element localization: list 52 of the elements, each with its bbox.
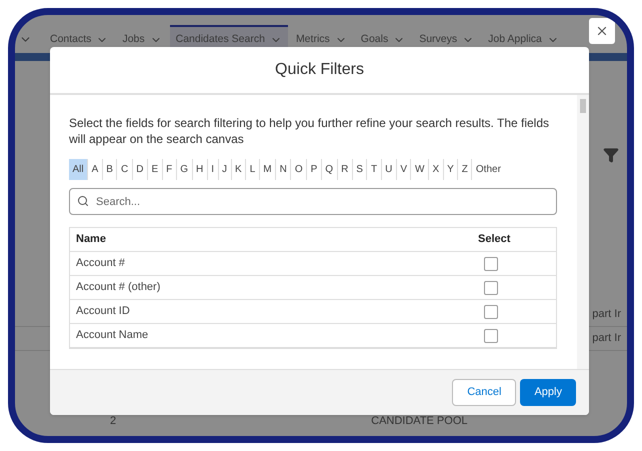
table-cell-text: part Ir <box>592 307 621 322</box>
letter-filter[interactable]: V <box>396 159 410 180</box>
letter-filter[interactable]: R <box>336 159 352 180</box>
search-field[interactable]: Search... <box>69 188 557 215</box>
letter-filter[interactable]: U <box>380 159 396 180</box>
letter-filter[interactable]: S <box>352 159 366 180</box>
letter-filter[interactable]: N <box>275 159 290 180</box>
field-name: Account Name <box>75 328 150 344</box>
letter-filter[interactable]: T <box>366 159 381 180</box>
filter-icon[interactable] <box>603 147 619 163</box>
letter-filter[interactable]: B <box>102 159 116 180</box>
letter-filter[interactable]: W <box>410 159 428 180</box>
letter-filter[interactable]: O <box>290 159 306 180</box>
select-checkbox[interactable] <box>484 328 498 342</box>
search-icon <box>77 195 89 207</box>
letter-filter[interactable]: X <box>428 159 443 180</box>
letter-filter[interactable]: C <box>116 159 132 180</box>
letter-filter[interactable]: P <box>306 159 321 180</box>
field-name: Account # (other) <box>75 280 162 296</box>
letter-filter[interactable]: G <box>176 159 192 180</box>
column-header: Name <box>75 232 107 248</box>
table-cell-text: CANDIDATE POOL <box>371 414 468 429</box>
letter-filter[interactable]: M <box>258 159 276 180</box>
letter-filter[interactable]: Other <box>471 159 504 180</box>
letter-filter[interactable]: K <box>230 159 246 180</box>
select-checkbox[interactable] <box>484 280 498 294</box>
letter-filter[interactable]: E <box>146 159 162 180</box>
table-cell-text: 2 <box>110 414 116 429</box>
letter-filter[interactable]: A <box>87 159 102 180</box>
apply-button[interactable]: Apply <box>520 379 576 406</box>
letter-filter[interactable]: L <box>245 159 259 180</box>
letter-filter[interactable]: Y <box>442 159 458 180</box>
letter-filter[interactable]: Q <box>320 159 337 180</box>
select-checkbox[interactable] <box>484 304 498 318</box>
dialog-title: Quick Filters <box>275 60 364 80</box>
select-checkbox[interactable] <box>484 256 498 270</box>
letter-filter[interactable]: H <box>192 159 207 180</box>
cancel-button[interactable]: Cancel <box>452 379 516 406</box>
letter-filter[interactable]: F <box>162 159 176 180</box>
letter-filter[interactable]: I <box>206 159 218 180</box>
table-cell-text: part Ir <box>592 331 621 346</box>
close-button[interactable] <box>589 18 615 44</box>
letter-filter[interactable]: All <box>69 159 88 180</box>
letter-filter[interactable]: Z <box>457 159 472 180</box>
instructions-text: Select the fields for search filtering to help you further refine your search results. The fields will appear on the search canvas <box>69 115 550 147</box>
column-header: Select <box>478 232 512 248</box>
letter-filter[interactable]: D <box>132 159 147 180</box>
close-icon <box>595 24 609 38</box>
scrollbar[interactable] <box>577 95 589 369</box>
field-name: Account # <box>75 256 126 272</box>
field-name: Account ID <box>75 304 131 320</box>
letter-filter[interactable]: J <box>218 159 231 180</box>
